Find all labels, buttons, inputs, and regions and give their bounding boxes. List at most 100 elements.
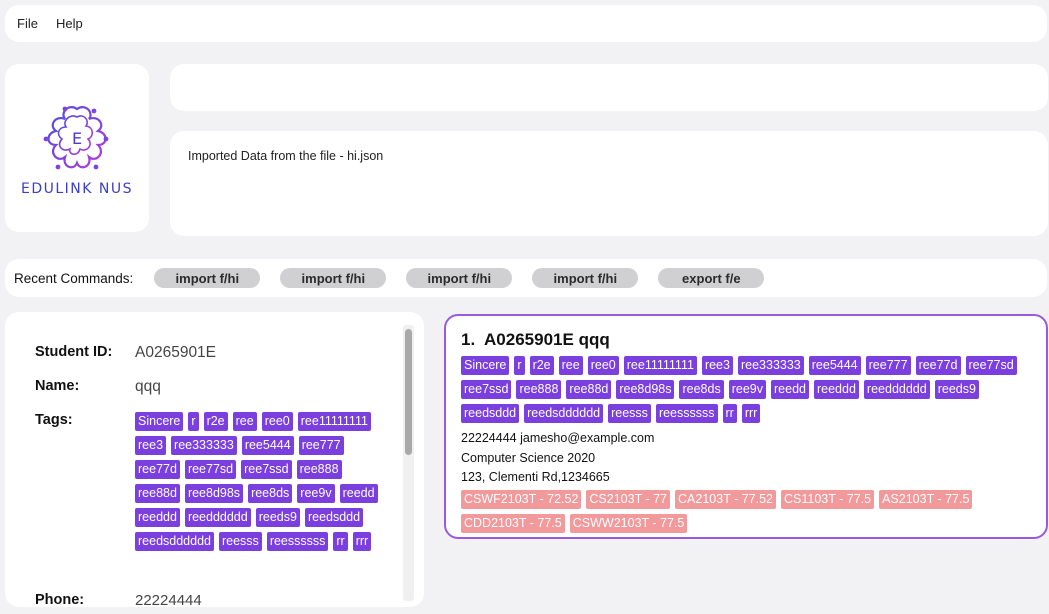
student-detail-panel: Student ID: A0265901E Name: qqq Tags: Si… [5, 312, 424, 607]
tag-badge: ree9v [728, 380, 766, 399]
grade-badge: CS2103T - 77 [586, 489, 671, 509]
tag-badge: ree88d [566, 380, 612, 399]
tag-badge: ree [558, 356, 583, 375]
grade-badge: CS1103T - 77.5 [781, 489, 875, 509]
tag-badge: ree0 [587, 356, 619, 375]
tag-badge: ree777 [865, 356, 911, 375]
menu-help[interactable]: Help [56, 16, 83, 31]
recent-command-button[interactable]: import f/hi [532, 268, 639, 288]
result-display: Imported Data from the file - hi.json [170, 131, 1048, 236]
tag-badge: ree888 [516, 380, 562, 399]
tag-badge: reeddd [813, 380, 859, 399]
grade-badge: CDD2103T - 77.5 [461, 513, 565, 533]
tag-badge: ree77sd [965, 356, 1017, 375]
tag-badge: rrr [741, 404, 761, 423]
recent-command-button[interactable]: export f/e [658, 268, 765, 288]
detail-tags-row: Tags: [35, 412, 135, 428]
recent-command-button[interactable]: import f/hi [406, 268, 513, 288]
tag-badge: Sincere [135, 412, 184, 431]
logo-panel: E EDULINK NUS [5, 64, 149, 232]
scrollbar-thumb[interactable] [405, 329, 412, 455]
tag-badge: reedd [771, 380, 809, 399]
tag-badge: ree77sd [184, 460, 237, 479]
recent-commands-bar: Recent Commands: import f/hi import f/hi… [5, 259, 1047, 297]
card-address: 123, Clementi Rd,1234665 [461, 470, 610, 484]
logo-letter: E [72, 129, 82, 148]
tag-badge: reedsddd [304, 508, 364, 527]
tag-badge: ree11111111 [297, 412, 371, 431]
tag-badge: reeds9 [934, 380, 979, 399]
tag-badge: rr [333, 532, 348, 551]
grade-badge: CA2103T - 77.52 [675, 489, 776, 509]
tag-badge: reedsdddddd [524, 404, 604, 423]
tag-badge: ree3 [135, 436, 167, 455]
detail-name-label: Name: [35, 378, 80, 394]
tag-badge: reedsdddddd [135, 532, 214, 551]
menu-bar: File Help [5, 5, 1047, 42]
tag-badge: r2e [529, 356, 554, 375]
recent-command-button[interactable]: import f/hi [280, 268, 387, 288]
tag-badge: reessssss [266, 532, 329, 551]
tag-badge: r [188, 412, 199, 431]
tag-badge: ree77d [915, 356, 961, 375]
detail-scrollbar[interactable] [403, 325, 414, 601]
tag-badge: reedddddd [184, 508, 251, 527]
tag-badge: ree0 [261, 412, 293, 431]
tag-badge: ree888 [296, 460, 342, 479]
card-name: qqq [578, 330, 610, 349]
detail-name-row: Name: qqq [35, 378, 161, 396]
tag-badge: reedddddd [863, 380, 930, 399]
tag-badge: reeddd [135, 508, 180, 527]
tag-badge: ree7ssd [461, 380, 512, 399]
menu-file[interactable]: File [17, 16, 38, 31]
detail-phone-value: 22224444 [135, 592, 202, 607]
tag-badge: r2e [203, 412, 228, 431]
detail-id-value: A0265901E [135, 344, 217, 361]
tag-badge: reesss [608, 404, 651, 423]
command-box[interactable] [170, 64, 1048, 111]
grade-badge: AS2103T - 77.5 [879, 489, 973, 509]
tag-badge: ree11111111 [623, 356, 697, 375]
grade-badge: CSWW2103T - 77.5 [569, 513, 688, 533]
tag-badge: ree8d98s [184, 484, 244, 503]
tag-badge: ree5444 [241, 436, 294, 455]
card-title: 1. A0265901E qqq [461, 330, 1031, 350]
detail-name-value: qqq [135, 378, 161, 395]
edulink-logo-icon: E [43, 106, 109, 170]
detail-id-label: Student ID: [35, 344, 113, 360]
tag-badge: ree3 [701, 356, 733, 375]
tag-badge: ree8ds [679, 380, 724, 399]
tag-badge: rrr [352, 532, 372, 551]
tag-badge: ree77d [135, 460, 180, 479]
detail-tags-label: Tags: [35, 412, 73, 428]
recent-commands-label: Recent Commands: [14, 270, 134, 286]
tag-badge: ree8ds [248, 484, 293, 503]
result-message: Imported Data from the file - hi.json [188, 149, 384, 163]
logo-text: EDULINK NUS [20, 181, 133, 197]
grade-badge: CSWF2103T - 72.52 [461, 489, 582, 509]
student-card[interactable]: 1. A0265901E qqq Sincere r r2e ree ree0 ree11… [444, 314, 1048, 539]
tag-badge: ree333333 [737, 356, 804, 375]
tag-badge: reedsddd [461, 404, 520, 423]
tag-badge: reessssss [655, 404, 718, 423]
card-index: 1. [461, 330, 476, 349]
tag-badge: ree88d [135, 484, 180, 503]
card-major-year: Computer Science 2020 [461, 450, 596, 465]
tag-badge: ree7ssd [241, 460, 292, 479]
detail-phone-label: Phone: [35, 592, 85, 607]
detail-tag-list: Sincere r r2e ree ree0 ree11111111 ree3 ree3333… [135, 412, 385, 556]
tag-badge: ree333333 [171, 436, 237, 455]
recent-command-button[interactable]: import f/hi [154, 268, 261, 288]
tag-badge: ree [232, 412, 257, 431]
detail-id-row: Student ID: A0265901E [35, 344, 216, 362]
tag-badge: ree777 [298, 436, 344, 455]
tag-badge: reesss [218, 532, 262, 551]
command-input[interactable] [170, 64, 1048, 111]
tag-badge: r [514, 356, 525, 375]
card-contact: 22224444 jamesho@example.com [461, 431, 655, 445]
tag-badge: ree8d98s [616, 380, 675, 399]
tag-badge: ree5444 [808, 356, 861, 375]
card-id: A0265901E [484, 330, 574, 349]
tag-badge: Sincere [461, 356, 510, 375]
tag-badge: rr [722, 404, 737, 423]
